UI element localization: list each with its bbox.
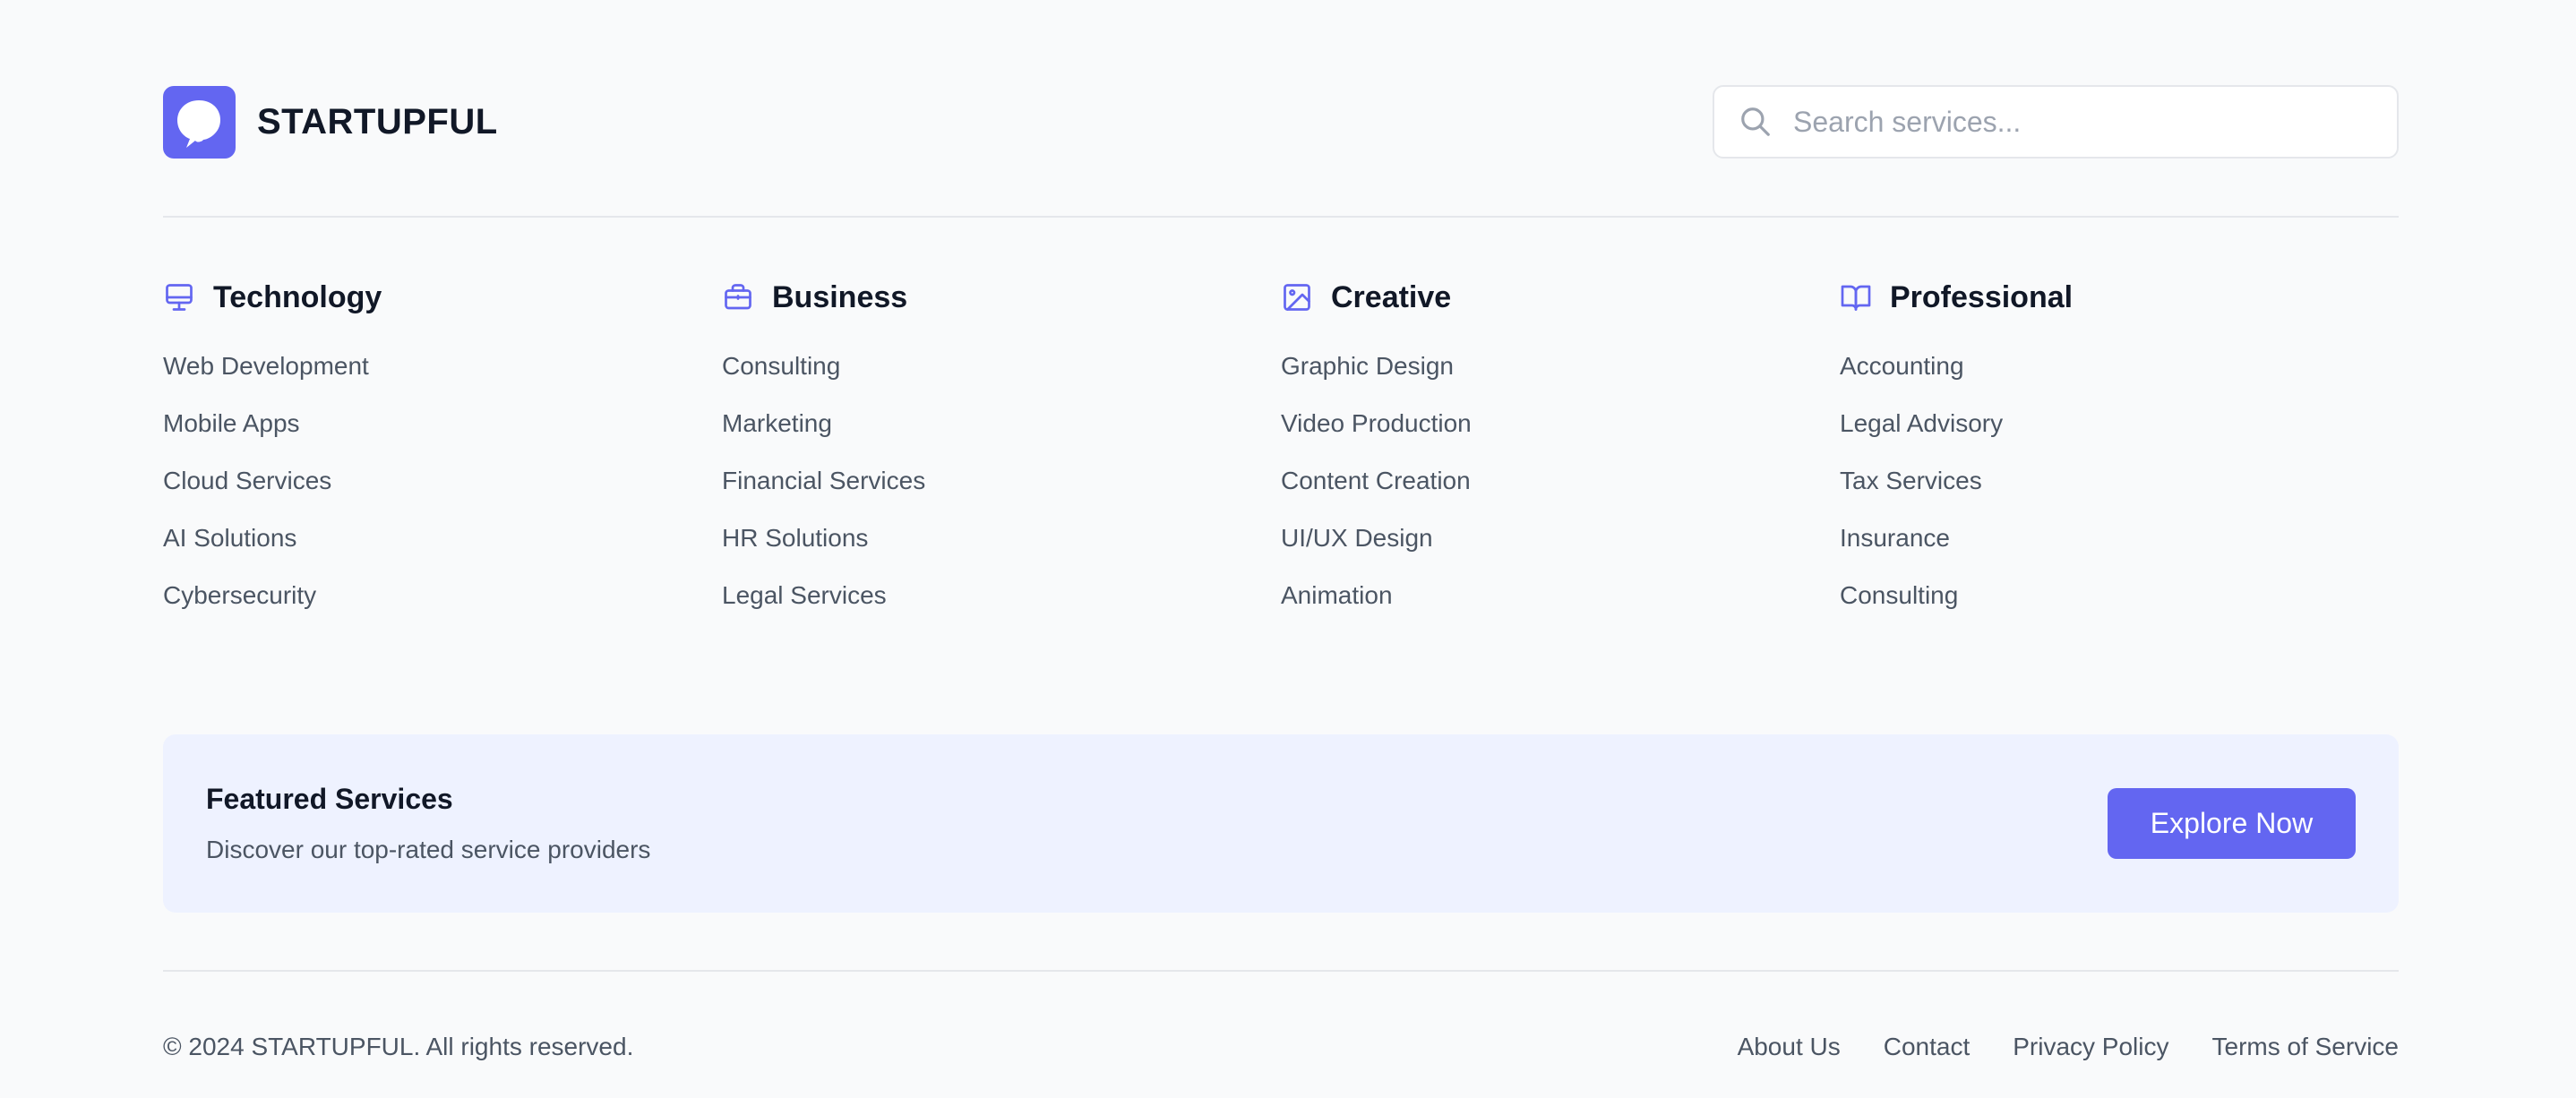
image-icon — [1281, 281, 1313, 313]
category-columns: Technology Web Development Mobile Apps C… — [163, 277, 2399, 624]
list-item: Accounting — [1840, 338, 2399, 395]
featured-services-banner: Featured Services Discover our top-rated… — [163, 734, 2399, 913]
list-item: Marketing — [722, 395, 1281, 452]
list-item: UI/UX Design — [1281, 510, 1840, 567]
footer-links: About Us Contact Privacy Policy Terms of… — [1738, 1033, 2399, 1061]
service-link[interactable]: Consulting — [1840, 581, 1958, 610]
list-item: Web Development — [163, 338, 722, 395]
service-link[interactable]: HR Solutions — [722, 524, 868, 553]
category-title: Professional — [1890, 279, 2074, 314]
list-item: Legal Services — [722, 567, 1281, 624]
service-link[interactable]: Content Creation — [1281, 467, 1471, 495]
featured-title: Featured Services — [206, 783, 453, 815]
list-item: Tax Services — [1840, 452, 2399, 510]
category-title: Technology — [213, 279, 382, 314]
list-item: Consulting — [722, 338, 1281, 395]
service-link[interactable]: Tax Services — [1840, 467, 1982, 495]
service-link[interactable]: Graphic Design — [1281, 352, 1454, 381]
category-creative: Creative Graphic Design Video Production… — [1281, 277, 1840, 624]
footer-link-privacy-policy[interactable]: Privacy Policy — [2013, 1033, 2168, 1061]
list-item: Insurance — [1840, 510, 2399, 567]
page: STARTUPFUL Search services... Technology… — [0, 0, 2576, 1098]
service-link[interactable]: AI Solutions — [163, 524, 296, 553]
search-input[interactable] — [1791, 104, 2368, 140]
service-link[interactable]: Legal Advisory — [1840, 409, 2003, 438]
category-list: Consulting Marketing Financial Services … — [722, 338, 1281, 624]
footer-link-terms-of-service[interactable]: Terms of Service — [2212, 1033, 2400, 1061]
list-item: Graphic Design — [1281, 338, 1840, 395]
header-divider — [163, 216, 2399, 218]
featured-text: Featured Services Discover our top-rated… — [206, 783, 650, 864]
category-business: Business Consulting Marketing Financial … — [722, 277, 1281, 624]
list-item: Consulting — [1840, 567, 2399, 624]
service-link[interactable]: Web Development — [163, 352, 369, 381]
explore-now-button[interactable]: Explore Now — [2108, 788, 2356, 859]
category-title: Creative — [1331, 279, 1452, 314]
category-header: Creative — [1281, 277, 1840, 318]
service-link[interactable]: Consulting — [722, 352, 840, 381]
service-link[interactable]: Cybersecurity — [163, 581, 316, 610]
list-item: Animation — [1281, 567, 1840, 624]
briefcase-icon — [722, 281, 754, 313]
brand-name: STARTUPFUL — [257, 101, 498, 142]
category-list: Web Development Mobile Apps Cloud Servic… — [163, 338, 722, 624]
service-link[interactable]: Cloud Services — [163, 467, 331, 495]
category-professional: Professional Accounting Legal Advisory T… — [1840, 277, 2399, 624]
category-list: Graphic Design Video Production Content … — [1281, 338, 1840, 624]
list-item: HR Solutions — [722, 510, 1281, 567]
copyright-text: © 2024 STARTUPFUL. All rights reserved. — [163, 1033, 634, 1060]
category-list: Accounting Legal Advisory Tax Services I… — [1840, 338, 2399, 624]
brand[interactable]: STARTUPFUL — [163, 85, 498, 159]
service-link[interactable]: Marketing — [722, 409, 832, 438]
service-link[interactable]: Accounting — [1840, 352, 1964, 381]
search-box[interactable] — [1713, 85, 2399, 159]
service-link[interactable]: UI/UX Design — [1281, 524, 1433, 553]
category-technology: Technology Web Development Mobile Apps C… — [163, 277, 722, 624]
category-header: Business — [722, 277, 1281, 318]
list-item: Cloud Services — [163, 452, 722, 510]
list-item: Financial Services — [722, 452, 1281, 510]
service-link[interactable]: Mobile Apps — [163, 409, 300, 438]
header: STARTUPFUL — [163, 85, 2399, 159]
service-link[interactable]: Insurance — [1840, 524, 1950, 553]
list-item: Mobile Apps — [163, 395, 722, 452]
service-link[interactable]: Legal Services — [722, 581, 887, 610]
logo-icon — [163, 85, 236, 159]
list-item: Video Production — [1281, 395, 1840, 452]
service-link[interactable]: Animation — [1281, 581, 1393, 610]
list-item: AI Solutions — [163, 510, 722, 567]
featured-description: Discover our top-rated service providers — [206, 836, 651, 863]
list-item: Cybersecurity — [163, 567, 722, 624]
service-link[interactable]: Video Production — [1281, 409, 1472, 438]
monitor-icon — [163, 281, 195, 313]
footer-link-contact[interactable]: Contact — [1884, 1033, 1971, 1061]
category-header: Technology — [163, 277, 722, 318]
book-open-icon — [1840, 281, 1872, 313]
list-item: Content Creation — [1281, 452, 1840, 510]
service-link[interactable]: Financial Services — [722, 467, 925, 495]
footer-divider — [163, 970, 2399, 972]
search-icon — [1738, 104, 1773, 140]
footer-link-about-us[interactable]: About Us — [1738, 1033, 1841, 1061]
list-item: Legal Advisory — [1840, 395, 2399, 452]
footer: © 2024 STARTUPFUL. All rights reserved. … — [163, 1026, 2399, 1068]
category-title: Business — [772, 279, 908, 314]
category-header: Professional — [1840, 277, 2399, 318]
